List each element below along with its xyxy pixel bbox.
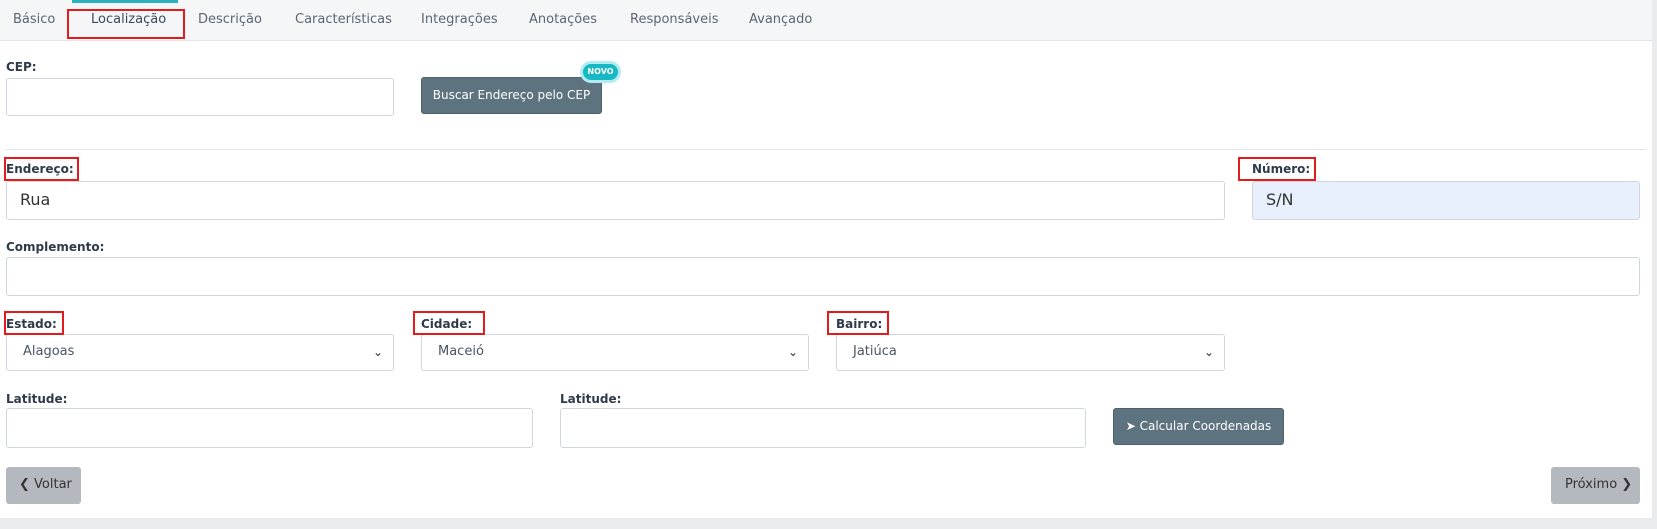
location-arrow-icon: ➤: [1125, 419, 1136, 433]
cep-input[interactable]: [6, 78, 394, 116]
bairro-label: Bairro:: [836, 317, 883, 331]
next-button-label: Próximo: [1565, 477, 1618, 492]
latitude-input[interactable]: [6, 408, 533, 448]
complemento-input[interactable]: [6, 257, 1640, 296]
cidade-selected-value: Maceió: [438, 344, 484, 359]
cidade-select[interactable]: Maceió ⌄: [421, 334, 809, 371]
tab-caracteristicas[interactable]: Características: [295, 12, 392, 34]
tab-anotacoes[interactable]: Anotações: [529, 12, 597, 34]
calculate-coordinates-label: Calcular Coordenadas: [1139, 419, 1272, 433]
tab-descricao[interactable]: Descrição: [198, 12, 262, 34]
tab-responsaveis[interactable]: Responsáveis: [630, 12, 718, 34]
endereco-input[interactable]: Rua: [6, 181, 1225, 220]
search-cep-button[interactable]: Buscar Endereço pelo CEP: [421, 77, 602, 114]
bairro-select[interactable]: Jatiúca ⌄: [836, 334, 1225, 371]
complemento-label: Complemento:: [6, 240, 105, 254]
new-badge: NOVO: [583, 64, 618, 80]
cep-label: CEP:: [6, 60, 37, 74]
scrollbar-track[interactable]: [1652, 0, 1657, 529]
latitude-second-label: Latitude:: [560, 392, 622, 406]
calculate-coordinates-button[interactable]: ➤ Calcular Coordenadas: [1113, 408, 1284, 445]
chevron-down-icon: ⌄: [1203, 345, 1214, 359]
estado-label: Estado:: [6, 317, 57, 331]
endereco-label: Endereço:: [6, 162, 74, 176]
chevron-down-icon: ⌄: [372, 345, 383, 359]
divider: [6, 149, 1646, 150]
numero-label: Número:: [1252, 162, 1311, 176]
numero-input[interactable]: S/N: [1252, 181, 1640, 220]
chevron-right-icon: ❯: [1621, 477, 1633, 492]
tab-bar: Básico Localização Descrição Característ…: [0, 0, 1657, 41]
latitude-second-input[interactable]: [560, 408, 1086, 448]
tab-localizacao[interactable]: Localização: [91, 12, 166, 34]
estado-select[interactable]: Alagoas ⌄: [6, 334, 394, 371]
tab-integracoes[interactable]: Integrações: [421, 12, 498, 34]
latitude-label: Latitude:: [6, 392, 68, 406]
tab-avancado[interactable]: Avançado: [749, 12, 812, 34]
active-tab-indicator: [72, 0, 178, 3]
back-button-label: Voltar: [34, 477, 72, 492]
cidade-label: Cidade:: [421, 317, 473, 331]
back-button[interactable]: ❮ Voltar: [6, 467, 81, 504]
bairro-selected-value: Jatiúca: [853, 344, 897, 359]
estado-selected-value: Alagoas: [23, 344, 75, 359]
tab-basico[interactable]: Básico: [13, 12, 55, 34]
chevron-down-icon: ⌄: [787, 345, 798, 359]
chevron-left-icon: ❮: [19, 477, 30, 492]
next-button[interactable]: Próximo ❯: [1551, 467, 1640, 504]
panel-footer-strip: [0, 518, 1652, 529]
